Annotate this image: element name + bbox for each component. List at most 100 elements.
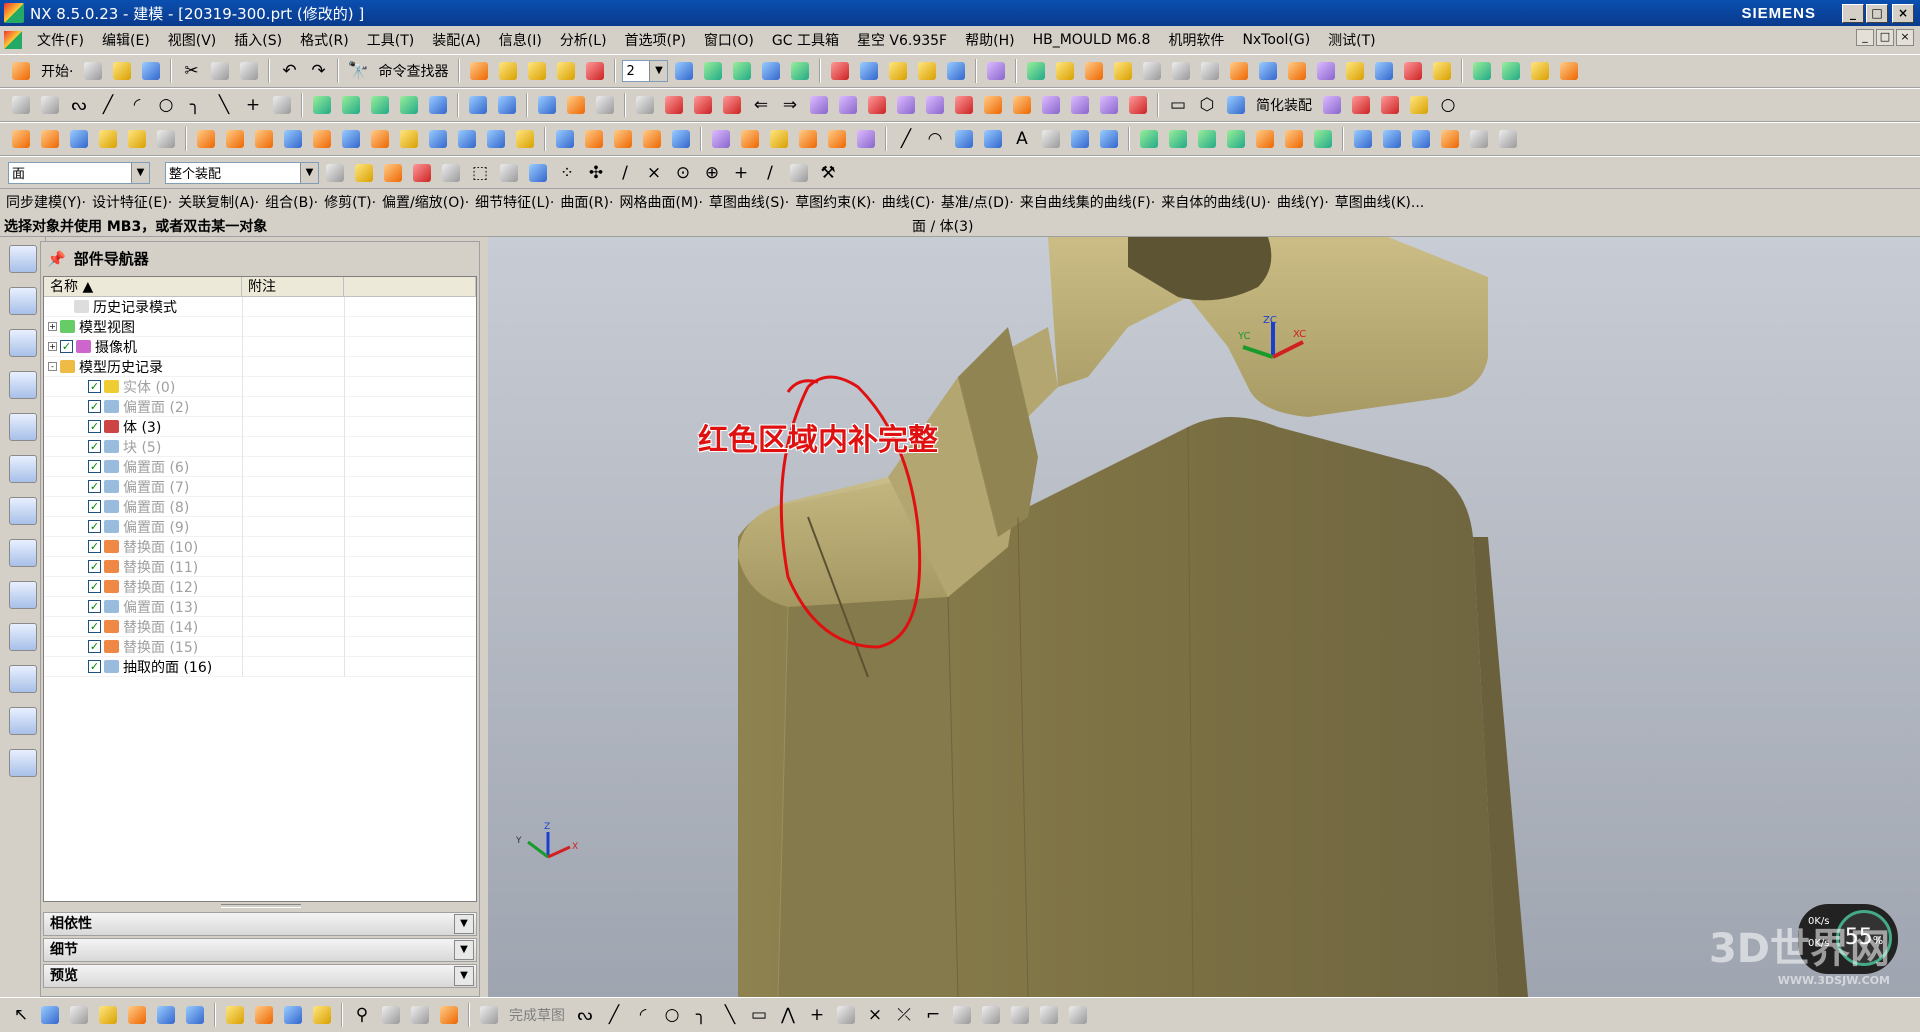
- collapse-icon[interactable]: -: [48, 362, 57, 371]
- fillet-tool-icon[interactable]: ╮: [688, 1002, 714, 1028]
- notes-icon[interactable]: [1168, 58, 1194, 84]
- pad-icon[interactable]: [425, 92, 451, 118]
- select-body-icon[interactable]: [496, 160, 522, 186]
- palette-icon[interactable]: [8, 749, 37, 777]
- save-icon[interactable]: [138, 58, 164, 84]
- cmd-curve-y[interactable]: 曲线(Y)·: [1277, 192, 1329, 212]
- cone-feature-icon[interactable]: [124, 126, 150, 152]
- revolve-icon[interactable]: [338, 92, 364, 118]
- doc-restore-button[interactable]: □: [1876, 29, 1894, 46]
- visibility-checkbox[interactable]: ✓: [88, 380, 101, 393]
- tree-node[interactable]: ✓ 块 (5): [44, 437, 476, 457]
- select-tool-icon[interactable]: ↖: [8, 1002, 34, 1028]
- menu-format[interactable]: 格式(R): [291, 30, 358, 50]
- material-icon[interactable]: [1429, 58, 1455, 84]
- minimize-button[interactable]: _: [1842, 4, 1864, 23]
- polygon-icon[interactable]: ⬡: [1194, 92, 1220, 118]
- manufacturing-wizard-icon[interactable]: [8, 623, 37, 651]
- link-icon[interactable]: [251, 1002, 277, 1028]
- arc-draw-icon[interactable]: ◠: [922, 126, 948, 152]
- explode-view-icon[interactable]: [436, 1002, 462, 1028]
- arrow-left-icon[interactable]: ⇐: [748, 92, 774, 118]
- layer-category-icon[interactable]: [758, 58, 784, 84]
- menu-preferences[interactable]: 首选项(P): [616, 30, 695, 50]
- menu-xingkong[interactable]: 星空 V6.935F: [848, 30, 956, 50]
- sketch-task-icon[interactable]: [8, 92, 34, 118]
- surface-analysis-icon[interactable]: [1350, 126, 1376, 152]
- mold-wizard-icon[interactable]: [8, 126, 34, 152]
- select-layer-icon[interactable]: [409, 160, 435, 186]
- cloud-up-icon[interactable]: [1469, 58, 1495, 84]
- tree-node[interactable]: ✓ 偏置面 (13): [44, 597, 476, 617]
- replace-component-icon[interactable]: [280, 1002, 306, 1028]
- column-notes[interactable]: 附注: [242, 277, 344, 296]
- corner-tool-icon[interactable]: ⌐: [920, 1002, 946, 1028]
- line-tool-icon[interactable]: ╱: [601, 1002, 627, 1028]
- p-tool-icon[interactable]: [1281, 126, 1307, 152]
- document-icon[interactable]: [1139, 58, 1165, 84]
- move-face-icon[interactable]: [719, 92, 745, 118]
- detail-view-icon[interactable]: [1194, 126, 1220, 152]
- point-plus-icon[interactable]: +: [804, 1002, 830, 1028]
- home-icon[interactable]: [1527, 58, 1553, 84]
- bounded-plane-icon[interactable]: [668, 126, 694, 152]
- tree-node[interactable]: ✓ 偏置面 (7): [44, 477, 476, 497]
- move-component-icon[interactable]: [124, 1002, 150, 1028]
- solid-blend-icon[interactable]: [737, 126, 763, 152]
- restore-button[interactable]: □: [1866, 4, 1888, 23]
- cmd-associative-copy[interactable]: 关联复制(A)·: [178, 192, 259, 212]
- sphere-icon[interactable]: [512, 126, 538, 152]
- type-filter-select[interactable]: 面 ▼: [8, 161, 150, 184]
- extend-tool-icon[interactable]: ⤫: [891, 1002, 917, 1028]
- emboss-icon[interactable]: [367, 126, 393, 152]
- tree-node[interactable]: ✓ 偏置面 (9): [44, 517, 476, 537]
- wave-icon[interactable]: [1342, 58, 1368, 84]
- sketch-settings-icon[interactable]: [1065, 1002, 1091, 1028]
- plane-icon[interactable]: [914, 58, 940, 84]
- extrude-icon[interactable]: [309, 92, 335, 118]
- loft-icon[interactable]: [610, 126, 636, 152]
- menu-insert[interactable]: 插入(S): [225, 30, 291, 50]
- measure-icon[interactable]: [1081, 58, 1107, 84]
- offset-tool-icon[interactable]: [833, 1002, 859, 1028]
- pattern-face-icon[interactable]: [893, 92, 919, 118]
- brush-icon[interactable]: [1284, 58, 1310, 84]
- reuse-library-icon[interactable]: [8, 371, 37, 399]
- menu-file[interactable]: 文件(F): [28, 30, 93, 50]
- draft-icon[interactable]: [980, 92, 1006, 118]
- projected-view-icon[interactable]: [1223, 126, 1249, 152]
- visibility-checkbox[interactable]: ✓: [88, 580, 101, 593]
- add-component-icon[interactable]: [95, 1002, 121, 1028]
- cmd-sketch-curve-k[interactable]: 草图曲线(K)...: [1335, 192, 1424, 212]
- face-blend-icon[interactable]: [552, 126, 578, 152]
- cylinder-icon[interactable]: [483, 126, 509, 152]
- command-finder-button[interactable]: 命令查找器: [374, 61, 452, 81]
- sketch-icon[interactable]: [466, 58, 492, 84]
- visibility-checkbox[interactable]: ✓: [88, 400, 101, 413]
- solid-delete-icon[interactable]: [853, 126, 879, 152]
- bridge-curve-icon[interactable]: [553, 58, 579, 84]
- visibility-checkbox[interactable]: ✓: [88, 480, 101, 493]
- tree-node[interactable]: ✓ 替换面 (10): [44, 537, 476, 557]
- cmd-detail-feature[interactable]: 细节特征(L)·: [475, 192, 554, 212]
- mate-icon[interactable]: [153, 1002, 179, 1028]
- select-face-icon[interactable]: [525, 160, 551, 186]
- explode-icon[interactable]: [1377, 92, 1403, 118]
- rect-select-icon[interactable]: ⬚: [467, 160, 493, 186]
- command-finder-icon[interactable]: 🔭: [345, 58, 371, 84]
- tree-node[interactable]: ✓ 替换面 (11): [44, 557, 476, 577]
- swept-icon[interactable]: [581, 126, 607, 152]
- menu-assembly[interactable]: 装配(A): [423, 30, 490, 50]
- cmd-design-feature[interactable]: 设计特征(E)·: [92, 192, 172, 212]
- cmd-sketch-curve[interactable]: 草图曲线(S)·: [709, 192, 789, 212]
- auto-constraint-icon[interactable]: [1007, 1002, 1033, 1028]
- tree-node[interactable]: ✓ 偏置面 (2): [44, 397, 476, 417]
- shell-icon[interactable]: [1096, 92, 1122, 118]
- grid-icon[interactable]: [1371, 58, 1397, 84]
- cylinder-feature-icon[interactable]: [95, 126, 121, 152]
- arc-icon[interactable]: ◜: [124, 92, 150, 118]
- constraint-tool-icon[interactable]: [978, 1002, 1004, 1028]
- layer-icon[interactable]: [66, 1002, 92, 1028]
- start-icon[interactable]: [8, 58, 34, 84]
- snap-quadrant-icon[interactable]: ⊕: [699, 160, 725, 186]
